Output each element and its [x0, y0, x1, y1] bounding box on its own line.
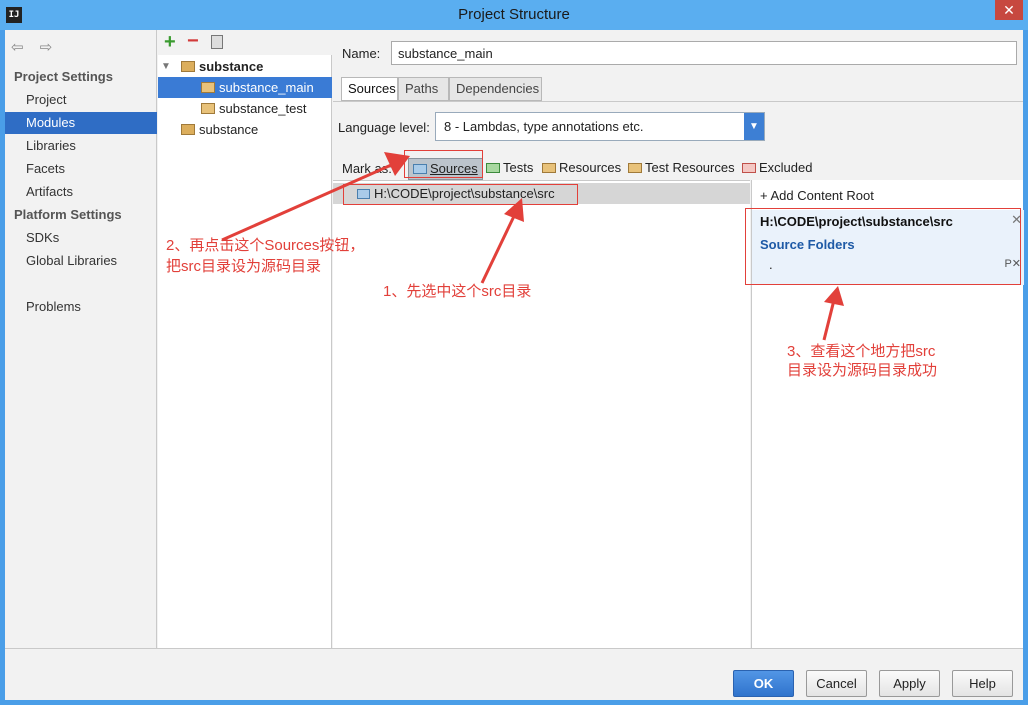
project-structure-window: IJ Project Structure ✕ ⇦ ⇨ Project Setti… [0, 0, 1028, 705]
annotation-step2-line1: 2、再点击这个Sources按钮， [166, 237, 365, 254]
annotation-step3-line2: 目录设为源码目录成功 [787, 362, 938, 379]
annotation-step2-line2: 把src目录设为源码目录 [166, 258, 321, 275]
annotation-step3-line1: 3、查看这个地方把src [787, 343, 936, 360]
annotation-step1: 1、先选中这个src目录 [383, 283, 532, 300]
